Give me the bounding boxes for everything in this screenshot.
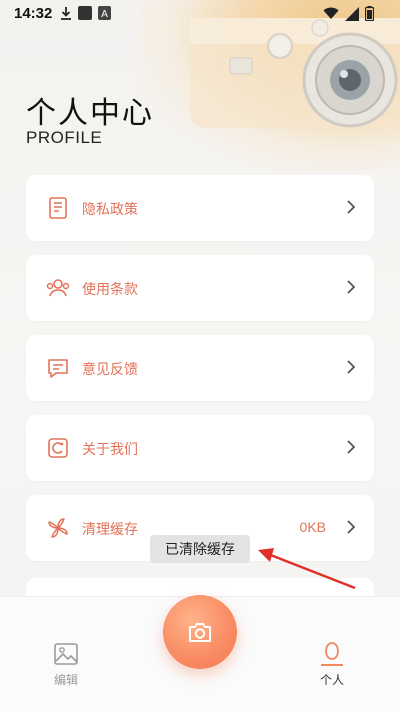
camera-illustration <box>190 18 400 128</box>
app-a-icon: A <box>98 6 111 20</box>
menu-item-label: 隐私政策 <box>82 201 138 217</box>
status-system-icons <box>323 6 374 21</box>
chevron-right-icon <box>347 200 356 214</box>
svg-text:A: A <box>101 9 108 20</box>
chevron-right-icon <box>347 360 356 374</box>
fan-icon <box>48 518 68 538</box>
camera-icon <box>189 623 211 642</box>
status-notification-icons: A <box>60 6 111 20</box>
status-time: 14:32 <box>14 5 53 22</box>
annotation-arrow <box>258 548 356 590</box>
menu-item-terms-of-use[interactable]: 使用条款 <box>26 255 374 321</box>
chevron-right-icon <box>347 520 356 534</box>
wifi-icon <box>323 7 339 19</box>
feedback-icon <box>48 359 68 378</box>
cache-size-value: 0KB <box>299 519 326 535</box>
menu-item-about-us[interactable]: 关于我们 <box>26 415 374 481</box>
tab-edit[interactable]: 编辑 <box>36 641 96 688</box>
book-icon <box>49 197 67 219</box>
tab-profile-label: 个人 <box>319 673 344 687</box>
toast-message: 已清除缓存 <box>150 535 250 563</box>
page-title: 个人中心 <box>26 96 154 131</box>
download-icon <box>61 7 71 20</box>
menu-item-feedback[interactable]: 意见反馈 <box>26 335 374 401</box>
chevron-right-icon <box>347 280 356 294</box>
image-icon <box>54 643 78 665</box>
page-subtitle: PROFILE <box>26 128 103 147</box>
menu-item-label: 意见反馈 <box>82 361 138 377</box>
tab-edit-label: 编辑 <box>53 673 78 687</box>
signal-icon <box>345 6 359 21</box>
app-notification-icon <box>78 6 92 20</box>
menu-item-label: 关于我们 <box>82 441 138 457</box>
camera-button[interactable] <box>163 595 237 669</box>
battery-icon <box>365 6 374 21</box>
info-icon <box>48 438 68 458</box>
person-icon <box>321 642 343 666</box>
menu-item-label: 清理缓存 <box>82 521 138 537</box>
status-bar: 14:32 A <box>0 0 400 28</box>
tab-profile[interactable]: 个人 <box>302 641 362 688</box>
menu-item-label: 使用条款 <box>82 281 138 297</box>
chevron-right-icon <box>347 440 356 454</box>
menu-item-privacy-policy[interactable]: 隐私政策 <box>26 175 374 241</box>
users-icon <box>46 279 70 297</box>
